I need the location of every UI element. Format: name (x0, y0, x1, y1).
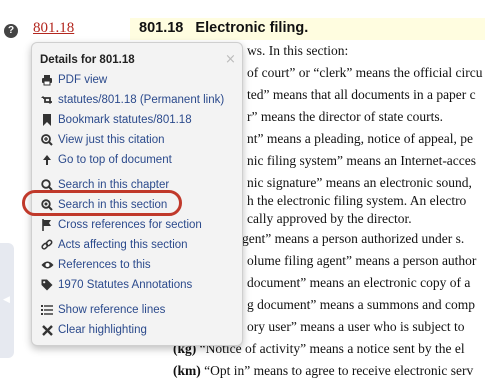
menu-label: PDF view (58, 74, 108, 86)
bookmark-icon (40, 113, 54, 127)
body-text: gent” means a person authorized under s. (242, 231, 465, 246)
body-text: nic filing system” means an Internet-acc… (247, 153, 477, 168)
subsection-number: (km) (173, 363, 201, 378)
link-icon (40, 238, 54, 252)
menu-item-view-citation[interactable]: View just this citation (40, 131, 165, 149)
menu-item-show-reference-lines[interactable]: Show reference lines (40, 301, 165, 319)
body-text: of court” or “clerk” means the official … (247, 65, 483, 80)
printer-icon (40, 73, 54, 87)
menu-label: 1970 Statutes Annotations (58, 279, 193, 291)
menu-item-references[interactable]: References to this (40, 256, 151, 274)
close-icon[interactable]: × (225, 52, 236, 67)
menu-item-go-to-top[interactable]: Go to top of document (40, 151, 172, 169)
question-icon[interactable]: ? (4, 24, 18, 38)
body-line: ws. In this section: (247, 43, 348, 59)
body-line: document” means an electronic copy of a (247, 275, 470, 291)
side-panel-tab[interactable]: ◀ (0, 243, 14, 358)
eye-icon (40, 258, 54, 272)
body-line: nt” means a pleading, notice of appeal, … (247, 131, 473, 147)
popup-title: Details for 801.18 (40, 54, 135, 66)
menu-item-cross-references[interactable]: Cross references for section (40, 216, 202, 234)
body-line: ory user” means a user who is subject to (247, 319, 464, 335)
body-text: “Opt in” means to agree to receive elect… (204, 363, 474, 378)
body-text: nic signature” means an electronic sound… (247, 175, 472, 190)
menu-item-bookmark[interactable]: Bookmark statutes/801.18 (40, 111, 192, 129)
body-line: nic filing system” means an Internet-acc… (247, 153, 476, 169)
menu-label: Acts affecting this section (58, 239, 188, 251)
menu-item-clear-highlighting[interactable]: Clear highlighting (40, 321, 147, 339)
body-line: nic signature” means an electronic sound… (247, 175, 472, 191)
body-text: ted” means that all documents in a paper… (247, 87, 476, 102)
section-title: 801.18 Electronic filing. (139, 20, 309, 36)
menu-label: Cross references for section (58, 219, 202, 231)
body-text: h the electronic filing system. An elect… (247, 193, 467, 208)
body-line: of court” or “clerk” means the official … (247, 65, 483, 81)
body-text: ory user” means a user who is subject to (247, 319, 465, 334)
body-text: ws. In this section: (247, 43, 349, 58)
menu-item-permanent-link[interactable]: statutes/801.18 (Permanent link) (40, 91, 224, 109)
flag-icon (40, 218, 54, 232)
menu-item-annotations[interactable]: 1970 Statutes Annotations (40, 276, 192, 294)
menu-item-acts-affecting[interactable]: Acts affecting this section (40, 236, 188, 254)
body-text: nt” means a pleading, notice of appeal, … (247, 131, 474, 146)
retweet-icon (40, 93, 54, 107)
arrow-up-icon (40, 153, 54, 167)
section-link[interactable]: 801.18 (33, 20, 74, 37)
zoom-in-icon (40, 133, 54, 147)
body-text: olume filing agent” means a person autho… (247, 253, 477, 268)
menu-label: Bookmark statutes/801.18 (58, 114, 192, 126)
body-text: cally approved by the director. (247, 211, 412, 226)
tag-icon (40, 278, 54, 292)
menu-label: Go to top of document (58, 154, 172, 166)
list-icon (40, 303, 54, 317)
body-line: gent” means a person authorized under s. (242, 231, 464, 247)
body-line: cally approved by the director. (247, 211, 412, 227)
body-text: document” means an electronic copy of a (247, 275, 471, 290)
body-line: g document” means a summons and comp (247, 297, 475, 313)
menu-label: Show reference lines (58, 304, 166, 316)
menu-label: Clear highlighting (58, 324, 147, 336)
x-icon (40, 323, 54, 337)
body-text: r” means the director of state courts. (247, 109, 444, 124)
body-line: olume filing agent” means a person autho… (247, 253, 476, 269)
body-line: ted” means that all documents in a paper… (247, 87, 476, 103)
menu-label: View just this citation (58, 134, 165, 146)
body-line: h the electronic filing system. An elect… (247, 193, 466, 209)
caret-left-icon: ◀ (3, 295, 10, 305)
menu-label: statutes/801.18 (Permanent link) (58, 94, 225, 106)
menu-label: References to this (58, 259, 151, 271)
body-text: g document” means a summons and comp (247, 297, 475, 312)
body-line: r” means the director of state courts. (247, 109, 443, 125)
highlight-circle (22, 190, 182, 216)
menu-item-pdf-view[interactable]: PDF view (40, 71, 107, 89)
